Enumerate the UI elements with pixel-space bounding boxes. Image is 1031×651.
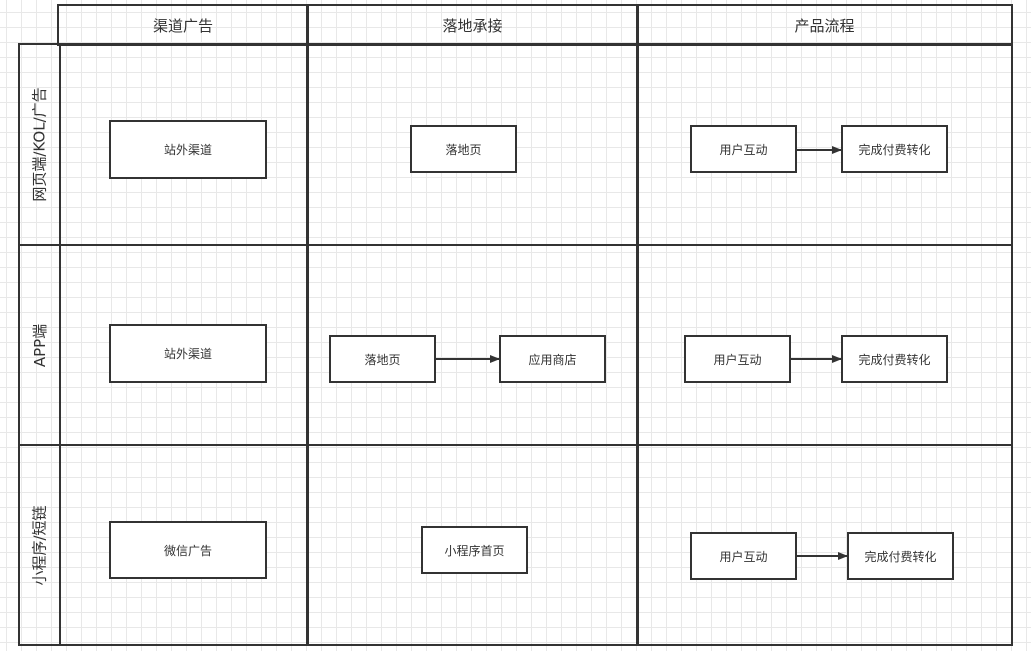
- node-label: 站外渠道: [163, 143, 212, 157]
- column-header-label: 落地承接: [442, 16, 503, 35]
- node-app-user-interaction[interactable]: 用户互动: [684, 335, 791, 383]
- node-label: 用户互动: [719, 142, 768, 157]
- row-label-web: 网页端/KOL/广告: [18, 43, 61, 246]
- node-label: 微信广告: [163, 543, 212, 558]
- node-web-user-interaction[interactable]: 用户互动: [690, 125, 797, 173]
- node-miniprogram-home[interactable]: 小程序首页: [421, 526, 528, 574]
- column-header-label: 渠道广告: [152, 16, 213, 35]
- node-label: 站外渠道: [163, 347, 212, 361]
- node-label: 落地页: [364, 352, 401, 367]
- row-label-app: APP端: [18, 244, 61, 446]
- node-label: 用户互动: [719, 549, 768, 564]
- node-label: 应用商店: [528, 352, 577, 367]
- node-miniprogram-wechat-ad[interactable]: 微信广告: [109, 521, 267, 579]
- row-label-text: 网页端/KOL/广告: [31, 87, 50, 202]
- node-label: 落地页: [445, 142, 482, 157]
- row-label-text: 小程序/短链: [31, 504, 49, 586]
- row-label-miniprogram: 小程序/短链: [18, 444, 61, 646]
- column-header-label: 产品流程: [794, 16, 855, 35]
- node-label: 完成付费转化: [858, 142, 931, 157]
- column-header-channel: 渠道广告: [57, 4, 309, 46]
- node-miniprogram-paid-conversion[interactable]: 完成付费转化: [847, 532, 954, 580]
- column-header-landing: 落地承接: [306, 4, 639, 46]
- node-app-landing-page[interactable]: 落地页: [329, 335, 436, 383]
- row-label-text: APP端: [31, 323, 50, 367]
- node-label: 小程序首页: [444, 543, 505, 558]
- node-app-offsite-channel[interactable]: 站外渠道: [109, 324, 267, 383]
- node-label: 用户互动: [713, 352, 762, 367]
- node-label: 完成付费转化: [858, 352, 931, 367]
- node-web-paid-conversion[interactable]: 完成付费转化: [841, 125, 948, 173]
- node-app-app-store[interactable]: 应用商店: [499, 335, 606, 383]
- node-web-landing-page[interactable]: 落地页: [410, 125, 517, 173]
- node-app-paid-conversion[interactable]: 完成付费转化: [841, 335, 948, 383]
- node-miniprogram-user-interaction[interactable]: 用户互动: [690, 532, 797, 580]
- node-web-offsite-channel[interactable]: 站外渠道: [109, 120, 267, 179]
- column-header-product: 产品流程: [636, 4, 1013, 46]
- node-label: 完成付费转化: [864, 549, 937, 564]
